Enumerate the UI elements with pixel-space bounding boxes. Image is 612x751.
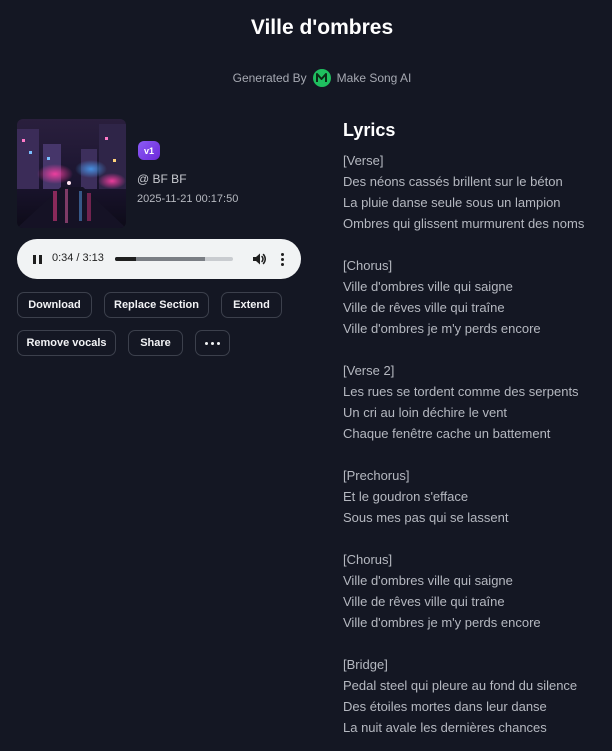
lyric-line: Sous mes pas qui se lassent bbox=[343, 510, 509, 525]
lyric-line: Pedal steel qui pleure au fond du silenc… bbox=[343, 678, 578, 693]
progress-played bbox=[115, 257, 136, 261]
more-dot bbox=[217, 341, 220, 345]
volume-icon[interactable] bbox=[251, 251, 267, 267]
more-dot bbox=[280, 257, 284, 261]
lyric-line: Ville de rêves ville qui traîne bbox=[343, 594, 505, 609]
lyric-line: Ville de rêves ville qui traîne bbox=[343, 300, 505, 315]
lyric-line: Ville d'ombres ville qui saigne bbox=[343, 573, 513, 588]
song-title: Ville d'ombres bbox=[250, 16, 394, 39]
song-page: Ville d'ombres Generated By Make Song AI bbox=[0, 0, 612, 751]
lyric-line: Ville d'ombres ville qui saigne bbox=[343, 279, 513, 294]
lyric-line: Et le goudron s'efface bbox=[343, 489, 469, 504]
lyrics-stanza: [Prechorus] Et le goudron s'efface Sous … bbox=[343, 465, 612, 528]
pause-button[interactable] bbox=[30, 251, 44, 267]
player-more-icon[interactable] bbox=[277, 251, 287, 267]
audio-player: 0:34/3:13 bbox=[17, 239, 301, 279]
download-button[interactable]: Download bbox=[17, 292, 92, 318]
lyric-line: Chaque fenêtre cache un battement bbox=[343, 426, 551, 441]
lyric-line: Les rues se tordent comme des serpents bbox=[343, 384, 579, 399]
lyrics-stanza: [Chorus] Ville d'ombres ville qui saigne… bbox=[343, 255, 612, 339]
duration: 3:13 bbox=[82, 252, 104, 264]
volume-glyph bbox=[253, 253, 266, 265]
lyric-line: Des néons cassés brillent sur le béton bbox=[343, 174, 563, 189]
replace-section-button[interactable]: Replace Section bbox=[104, 292, 209, 318]
lyric-line: Des étoiles mortes dans leur danse bbox=[343, 699, 547, 714]
extend-button[interactable]: Extend bbox=[221, 292, 282, 318]
lyric-line: [Bridge] bbox=[343, 657, 388, 672]
lyric-line: Ombres qui glissent murmurent des noms bbox=[343, 216, 585, 231]
more-actions-button[interactable] bbox=[195, 330, 230, 356]
playback-time: 0:34/3:13 bbox=[52, 252, 104, 264]
created-date: 2025-11-21 00:17:50 bbox=[137, 193, 239, 205]
remove-vocals-button[interactable]: Remove vocals bbox=[17, 330, 116, 356]
current-time: 0:34 bbox=[52, 252, 74, 264]
lyrics-stanza: [Verse] Des néons cassés brillent sur le… bbox=[343, 150, 612, 234]
more-dot bbox=[211, 341, 214, 345]
share-button[interactable]: Share bbox=[128, 330, 183, 356]
lyric-line: La pluie danse seule sous un lampion bbox=[343, 195, 561, 210]
cover-art-illustration bbox=[17, 119, 126, 228]
version-badge: v1 bbox=[138, 141, 160, 160]
cover-art-image bbox=[17, 119, 126, 228]
brand-m-glyph bbox=[316, 73, 328, 82]
lyric-line: [Prechorus] bbox=[343, 468, 410, 483]
lyric-line: Un cri au loin déchire le vent bbox=[343, 405, 508, 420]
lyric-line: Ville d'ombres je m'y perds encore bbox=[343, 615, 541, 630]
progress-slider[interactable] bbox=[115, 257, 233, 261]
lyric-line: [Chorus] bbox=[343, 258, 393, 273]
lyrics-heading: Lyrics bbox=[343, 120, 396, 140]
more-dot bbox=[280, 262, 284, 266]
lyric-line: [Chorus] bbox=[343, 552, 393, 567]
lyrics-stanza: [Verse 2] Les rues se tordent comme des … bbox=[343, 360, 612, 444]
more-dot bbox=[205, 341, 208, 345]
time-separator: / bbox=[76, 252, 80, 264]
lyric-line: [Verse 2] bbox=[343, 363, 395, 378]
brand-name[interactable]: Make Song AI bbox=[337, 71, 412, 85]
more-dot bbox=[280, 252, 284, 256]
lyric-line: Ville d'ombres je m'y perds encore bbox=[343, 321, 541, 336]
brand-logo-icon bbox=[312, 69, 331, 87]
author-handle[interactable]: @ BF BF bbox=[137, 172, 187, 186]
lyric-line: [Verse] bbox=[343, 153, 384, 168]
lyrics-stanza: [Chorus] Ville d'ombres ville qui saigne… bbox=[343, 549, 612, 633]
pause-bar-left bbox=[32, 254, 36, 264]
lyric-line: La nuit avale les dernières chances bbox=[343, 720, 547, 735]
pause-bar-right bbox=[38, 254, 42, 264]
lyrics-stanza: [Bridge] Pedal steel qui pleure au fond … bbox=[343, 654, 612, 738]
generated-by-label: Generated By bbox=[232, 71, 307, 85]
lyrics-body: [Verse] Des néons cassés brillent sur le… bbox=[343, 150, 612, 738]
generated-by: Generated By Make Song AI bbox=[0, 69, 612, 87]
